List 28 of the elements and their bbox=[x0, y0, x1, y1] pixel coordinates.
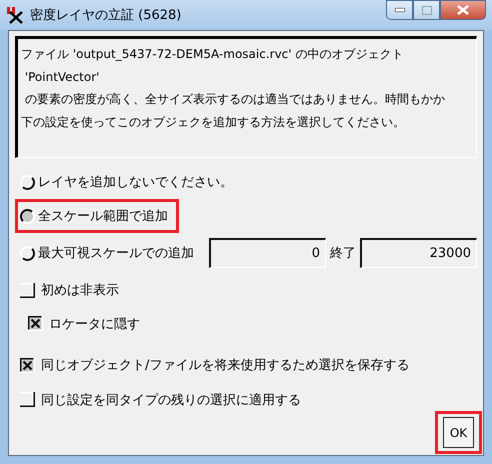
checkbox-option[interactable]: 同じ設定を同タイプの残りの選択に適用する bbox=[20, 390, 301, 410]
message-line: の要素の密度が高く、全サイズ表示するのは適当ではありません。時間もかか bbox=[24, 91, 445, 108]
checkbox-option[interactable]: 初めは非表示 bbox=[20, 280, 119, 300]
close-icon bbox=[457, 5, 469, 15]
ok-button[interactable]: OK bbox=[443, 417, 474, 448]
message-line: 'PointVector' bbox=[24, 68, 100, 86]
radio-icon[interactable] bbox=[20, 208, 35, 224]
radio-option[interactable]: 最大可視スケールでの追加 bbox=[20, 241, 198, 265]
minimize-button[interactable] bbox=[386, 0, 413, 20]
checkbox-option[interactable]: 同じオブジェクト/ファイルを将来使用するため選択を保存する bbox=[20, 355, 410, 375]
minimize-icon bbox=[394, 8, 404, 12]
checkbox[interactable] bbox=[20, 392, 35, 407]
checkbox[interactable] bbox=[20, 282, 35, 298]
message-line: 下の設定を使ってこのオブジェクを追加する方法を選択してください。 bbox=[21, 114, 405, 130]
maximize-button[interactable] bbox=[413, 0, 440, 20]
checkbox-option[interactable]: ロケータに隠す bbox=[28, 314, 140, 334]
checkbox[interactable] bbox=[28, 316, 43, 331]
app-icon bbox=[6, 6, 24, 24]
window-title: 密度レイヤの立証 (5628) bbox=[30, 7, 182, 24]
input-field[interactable]: 0 bbox=[209, 238, 326, 268]
radio-option[interactable]: 全スケール範囲で追加 bbox=[20, 204, 172, 228]
checkbox[interactable] bbox=[20, 358, 35, 372]
message-line: ファイル 'output_5437-72-DEM5A-mosaic.rvc' の中のオブジェクト bbox=[21, 46, 404, 63]
radio-option[interactable]: レイヤを追加しないでください。 bbox=[20, 170, 237, 194]
maximize-icon bbox=[422, 6, 432, 14]
input-field[interactable]: 23000 bbox=[360, 238, 477, 268]
field-label: 終了 bbox=[330, 245, 356, 262]
close-button[interactable] bbox=[440, 0, 486, 20]
